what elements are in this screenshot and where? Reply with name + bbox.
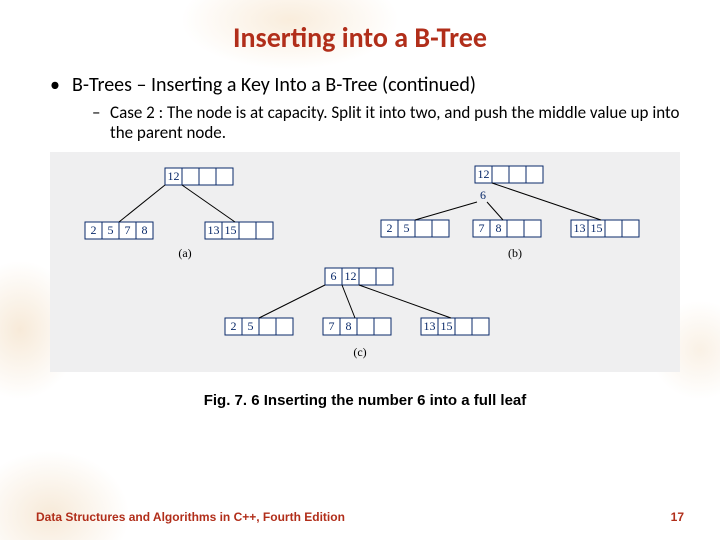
figure-panel: 12 2 5 7 8 bbox=[50, 152, 680, 372]
svg-text:8: 8 bbox=[346, 319, 352, 333]
svg-text:15: 15 bbox=[225, 223, 237, 237]
svg-text:6: 6 bbox=[331, 269, 337, 283]
figure: 12 2 5 7 8 bbox=[50, 152, 680, 409]
node-root-a: 12 bbox=[165, 168, 233, 185]
svg-text:12: 12 bbox=[478, 167, 490, 181]
node-mid-c: 7 8 bbox=[323, 318, 391, 335]
node-left-c: 2 5 bbox=[225, 318, 293, 335]
svg-text:2: 2 bbox=[91, 223, 97, 237]
node-left-a: 2 5 7 8 bbox=[85, 222, 153, 239]
node-right-c: 13 15 bbox=[421, 318, 489, 335]
node-left-b: 2 5 bbox=[381, 220, 449, 237]
node-right-b: 13 15 bbox=[571, 220, 639, 237]
bullet-lvl1-text: B-Trees – Inserting a Key Into a B-Tree … bbox=[72, 73, 476, 97]
svg-text:(c): (c) bbox=[353, 345, 366, 359]
footer: Data Structures and Algorithms in C++, F… bbox=[36, 510, 684, 524]
node-mid-b: 7 8 bbox=[473, 220, 541, 237]
svg-text:15: 15 bbox=[441, 319, 453, 333]
node-root-c: 6 12 bbox=[325, 268, 393, 285]
svg-text:8: 8 bbox=[142, 223, 148, 237]
diagram-a: 12 2 5 7 8 bbox=[75, 162, 325, 262]
svg-text:12: 12 bbox=[345, 269, 357, 283]
svg-text:7: 7 bbox=[125, 223, 131, 237]
svg-text:5: 5 bbox=[248, 319, 254, 333]
bullet-lvl1: B-Trees – Inserting a Key Into a B-Tree … bbox=[50, 73, 680, 142]
svg-text:7: 7 bbox=[329, 319, 335, 333]
node-root-b: 12 bbox=[475, 166, 543, 183]
svg-text:13: 13 bbox=[574, 221, 586, 235]
svg-text:2: 2 bbox=[387, 221, 393, 235]
slide-title: Inserting into a B-Tree bbox=[0, 0, 720, 55]
slide: Inserting into a B-Tree B-Trees – Insert… bbox=[0, 0, 720, 540]
svg-text:12: 12 bbox=[168, 169, 180, 183]
floating-key-b: 6 bbox=[480, 188, 486, 202]
svg-text:8: 8 bbox=[496, 221, 502, 235]
diagram-c: 6 12 2 5 7 8 13 bbox=[215, 262, 515, 362]
figure-caption: Fig. 7. 6 Inserting the number 6 into a … bbox=[50, 392, 680, 409]
svg-text:7: 7 bbox=[479, 221, 485, 235]
svg-text:5: 5 bbox=[108, 223, 114, 237]
svg-text:(a): (a) bbox=[178, 246, 191, 260]
bullet-lvl2: Case 2 : The node is at capacity. Split … bbox=[92, 103, 680, 142]
bullet-lvl2-text: Case 2 : The node is at capacity. Split … bbox=[110, 102, 680, 143]
svg-text:(b): (b) bbox=[508, 246, 522, 260]
svg-text:15: 15 bbox=[591, 221, 603, 235]
svg-text:13: 13 bbox=[208, 223, 220, 237]
page-number: 17 bbox=[671, 510, 684, 524]
diagram-b: 12 6 2 5 7 8 bbox=[375, 162, 655, 262]
svg-text:13: 13 bbox=[424, 319, 436, 333]
svg-text:5: 5 bbox=[404, 221, 410, 235]
svg-text:2: 2 bbox=[231, 319, 237, 333]
slide-body: B-Trees – Inserting a Key Into a B-Tree … bbox=[0, 55, 720, 409]
footer-source: Data Structures and Algorithms in C++, F… bbox=[36, 510, 345, 524]
node-right-a: 13 15 bbox=[205, 222, 273, 239]
